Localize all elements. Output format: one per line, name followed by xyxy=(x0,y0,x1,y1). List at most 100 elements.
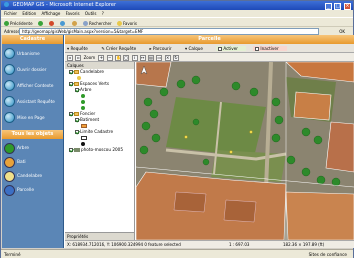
print-icon[interactable]: ▤ xyxy=(148,55,155,61)
layer-checkbox[interactable] xyxy=(69,112,73,116)
tree-marker xyxy=(149,109,159,119)
objects-list: Arbre Bati Candelabre Parcelle xyxy=(2,139,63,197)
tree-marker xyxy=(271,133,281,143)
menu-fichier[interactable]: Fichier xyxy=(4,11,17,16)
menu-afficher-contexte[interactable]: Afficher Contexte xyxy=(4,78,61,93)
measure-icon[interactable]: ↔ xyxy=(139,55,146,61)
tree-marker xyxy=(151,133,161,143)
menu-label: Assistant Requête xyxy=(17,99,55,104)
object-bati[interactable]: Bati xyxy=(2,155,63,169)
main-panel-title: Parcelle xyxy=(65,35,354,44)
building xyxy=(285,191,354,240)
address-input[interactable]: http://geomap/gisWeb/gisMain.aspx?versio… xyxy=(19,28,319,35)
minimize-button[interactable]: _ xyxy=(324,3,332,10)
layer-checkbox[interactable] xyxy=(75,88,79,92)
object-label: Parcelle xyxy=(17,187,35,193)
status-text: Terminé xyxy=(4,252,21,257)
requete-dropdown[interactable]: ▾ Requête xyxy=(67,46,94,51)
menu-urbanisme[interactable]: Urbanisme xyxy=(4,46,61,61)
building xyxy=(293,91,332,121)
layer-checkbox[interactable] xyxy=(69,70,73,74)
layer-checkbox[interactable] xyxy=(69,148,73,152)
lamp-marker xyxy=(184,135,188,139)
layer-label: Batiment xyxy=(80,117,100,122)
map-canvas[interactable] xyxy=(136,62,354,240)
refresh-map-icon[interactable]: ↻ xyxy=(172,55,179,61)
layer-label: Candelabre xyxy=(80,69,104,74)
object-label: Arbre xyxy=(17,145,30,151)
menu-label: Mise en Page xyxy=(17,115,45,120)
urbanisme-icon xyxy=(4,48,15,59)
tree-marker xyxy=(139,145,149,155)
close-button[interactable]: × xyxy=(344,3,351,10)
object-label: Candelabre xyxy=(17,173,43,179)
layer-photo[interactable]: photo-moscou 2005 xyxy=(65,147,134,153)
tree-symbol-icon xyxy=(81,100,85,104)
menu-edition[interactable]: Edition xyxy=(22,11,36,16)
select-rect-icon[interactable]: ▭ xyxy=(156,55,163,61)
tree-marker xyxy=(202,158,210,166)
tree-marker xyxy=(249,87,259,97)
layer-tree-header: Calques xyxy=(65,62,134,69)
layer-checkbox[interactable] xyxy=(69,82,73,86)
create-query-label: Créer Requête xyxy=(106,46,137,51)
requete-label: Requête xyxy=(70,46,88,51)
menu-help[interactable]: ? xyxy=(102,11,104,16)
browser-window: GEOMAP GIS - Microsoft Internet Explorer… xyxy=(0,0,354,258)
deactivate-checkbox-icon xyxy=(255,47,260,51)
object-candelabre[interactable]: Candelabre xyxy=(2,169,63,183)
activate-button[interactable]: Activer xyxy=(216,46,247,51)
menu-favoris[interactable]: Favoris xyxy=(66,11,80,16)
extent-readout: 182.36 × 197.89 (ft) xyxy=(283,242,325,247)
tree-icon xyxy=(4,142,15,154)
zoom-out-icon[interactable]: − xyxy=(106,55,113,61)
lamp-symbol-icon xyxy=(77,76,81,80)
menu-label: Ouvrir dossier xyxy=(17,67,47,72)
go-button[interactable]: OK xyxy=(339,28,345,35)
lamp-marker xyxy=(229,150,233,154)
deactivate-button[interactable]: Inactiver xyxy=(253,46,287,51)
properties-panel[interactable]: Propriétés xyxy=(65,232,135,240)
object-parcelle[interactable]: Parcelle xyxy=(2,183,63,197)
folder-icon xyxy=(4,64,15,75)
building-icon xyxy=(4,156,15,168)
zoom-select-icon[interactable]: ▫ xyxy=(75,55,82,61)
layer-label: Foncier xyxy=(80,111,96,116)
layer-checkbox[interactable] xyxy=(75,118,79,122)
building-main xyxy=(136,171,287,240)
menu-assistant-requete[interactable]: Assistant Requête xyxy=(4,94,61,109)
menu-ouvrir-dossier[interactable]: Ouvrir dossier xyxy=(4,62,61,77)
tree-marker xyxy=(176,79,186,89)
clear-selection-icon[interactable]: × xyxy=(164,55,171,61)
select-tool-icon[interactable]: ▫ xyxy=(67,55,73,61)
layer-folder-icon xyxy=(74,82,79,86)
maximize-button[interactable]: □ xyxy=(334,3,342,10)
layer-folder-icon xyxy=(74,70,79,74)
tree-symbol-icon xyxy=(81,94,85,98)
tree-marker xyxy=(301,167,311,177)
tree-marker xyxy=(143,97,153,107)
boundary-symbol-icon xyxy=(81,136,87,140)
menu-label: Urbanisme xyxy=(17,51,40,56)
map-navigation-bar: ▫ ▫ Zoom + − ✋ ◻ i ↔ ▤ ▭ × ↻ xyxy=(65,53,354,62)
browse-button[interactable]: ▸ Parcourir xyxy=(150,46,178,51)
menu-outils[interactable]: Outils xyxy=(85,11,97,16)
object-arbre[interactable]: Arbre xyxy=(2,141,63,155)
tree-marker xyxy=(159,87,169,97)
raster-icon xyxy=(74,148,80,152)
zoom-in-icon[interactable]: + xyxy=(98,55,105,61)
gis-application: Cadastre Urbanisme Ouvrir dossier Affich… xyxy=(2,35,354,248)
layer-dropdown[interactable]: ▾ Calque xyxy=(185,46,209,51)
pan-hand-icon[interactable]: ✋ xyxy=(114,55,121,61)
deactivate-label: Inactiver xyxy=(260,46,279,51)
menu-affichage[interactable]: Affichage xyxy=(41,11,60,16)
menu-bar: Fichier Edition Affichage Favoris Outils… xyxy=(1,10,353,17)
layer-checkbox[interactable] xyxy=(75,130,79,134)
building xyxy=(325,121,354,173)
create-query-button[interactable]: ✎ Créer Requête xyxy=(101,46,142,51)
menu-mise-en-page[interactable]: Mise en Page xyxy=(4,110,61,125)
full-extent-icon[interactable]: ◻ xyxy=(123,55,130,61)
identify-icon[interactable]: i xyxy=(131,55,138,61)
layer-tree: Calques Candelabre Espaces Verts Arbre F… xyxy=(65,62,135,232)
tree-marker xyxy=(316,175,326,185)
